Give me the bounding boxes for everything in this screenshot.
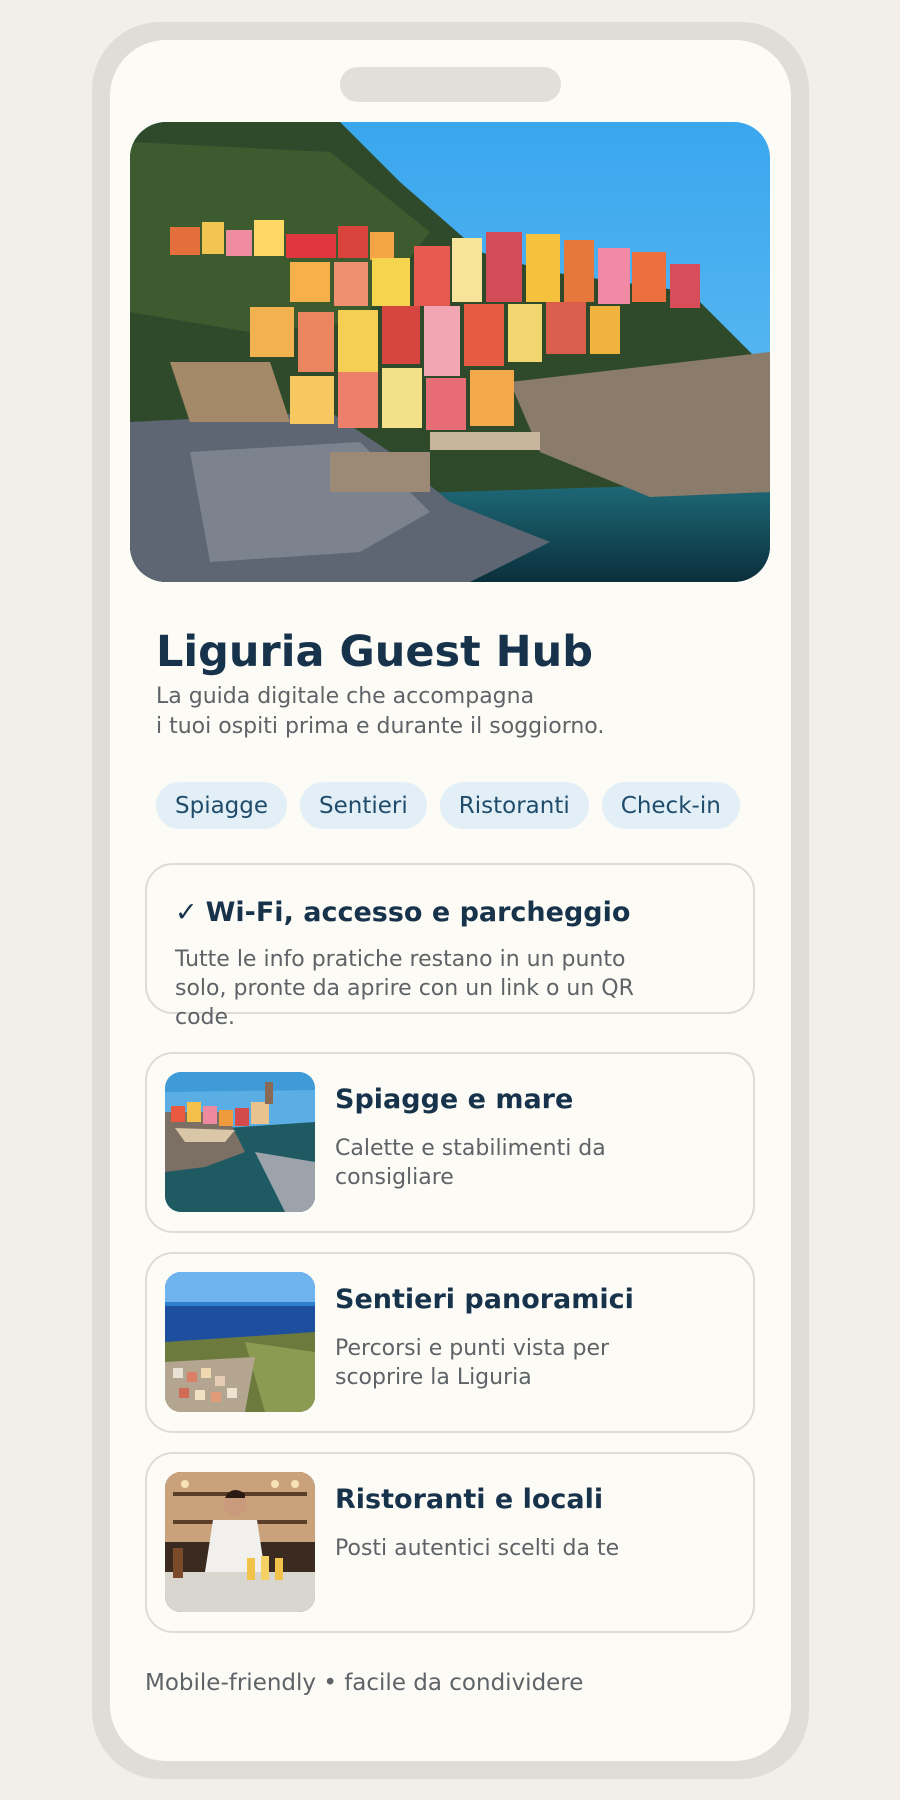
restaurant-photo-icon [165, 1472, 315, 1612]
feature-card-spiagge[interactable]: Spiagge e mare Calette e stabilimenti da… [145, 1052, 755, 1233]
feature-title: Ristoranti e locali [335, 1484, 604, 1515]
feature-card-sentieri[interactable]: Sentieri panoramici Percorsi e punti vis… [145, 1252, 755, 1433]
feature-description: Posti autentici scelti da te [335, 1536, 620, 1561]
hero-image [130, 122, 770, 582]
page-title: Liguria Guest Hub [156, 627, 594, 677]
phone-notch [340, 67, 561, 102]
info-card-description: Tutte le info pratiche restano in un pun… [175, 947, 634, 1030]
subtitle-line-2: i tuoi ospiti prima e durante il soggior… [156, 714, 605, 739]
footer-text: Mobile-friendly • facile da condividere [145, 1670, 584, 1696]
check-icon: ✓ [175, 897, 198, 928]
chip-check-in[interactable]: Check-in [601, 782, 740, 829]
info-card[interactable]: ✓ Wi-Fi, accesso e parcheggio Tutte le in… [145, 863, 755, 1030]
beach-photo-icon [165, 1072, 315, 1212]
info-card-title-text: Wi-Fi, accesso e parcheggio [205, 897, 631, 928]
phone-screen: Liguria Guest Hub La guida digitale che … [110, 40, 791, 1761]
chip-ristoranti[interactable]: Ristoranti [439, 782, 589, 829]
phone-frame: Liguria Guest Hub La guida digitale che … [92, 22, 809, 1779]
feature-description: Percorsi e punti vista per scoprire la L… [335, 1336, 610, 1390]
subtitle-line-1: La guida digitale che accompagna [156, 684, 535, 709]
category-chips: Spiagge Sentieri Ristoranti Check-in [156, 782, 740, 829]
chip-spiagge[interactable]: Spiagge [156, 782, 288, 829]
trail-photo-icon [165, 1272, 315, 1412]
chip-sentieri[interactable]: Sentieri [300, 782, 427, 829]
feature-title: Spiagge e mare [335, 1084, 574, 1115]
feature-description: Calette e stabilimenti da consigliare [335, 1136, 606, 1190]
info-card-title: ✓ Wi-Fi, accesso e parcheggio [175, 897, 630, 928]
feature-title: Sentieri panoramici [335, 1284, 634, 1315]
page-subtitle: La guida digitale che accompagna i tuoi … [156, 682, 604, 742]
feature-card-ristoranti[interactable]: Ristoranti e locali Posti autentici scel… [145, 1452, 755, 1633]
